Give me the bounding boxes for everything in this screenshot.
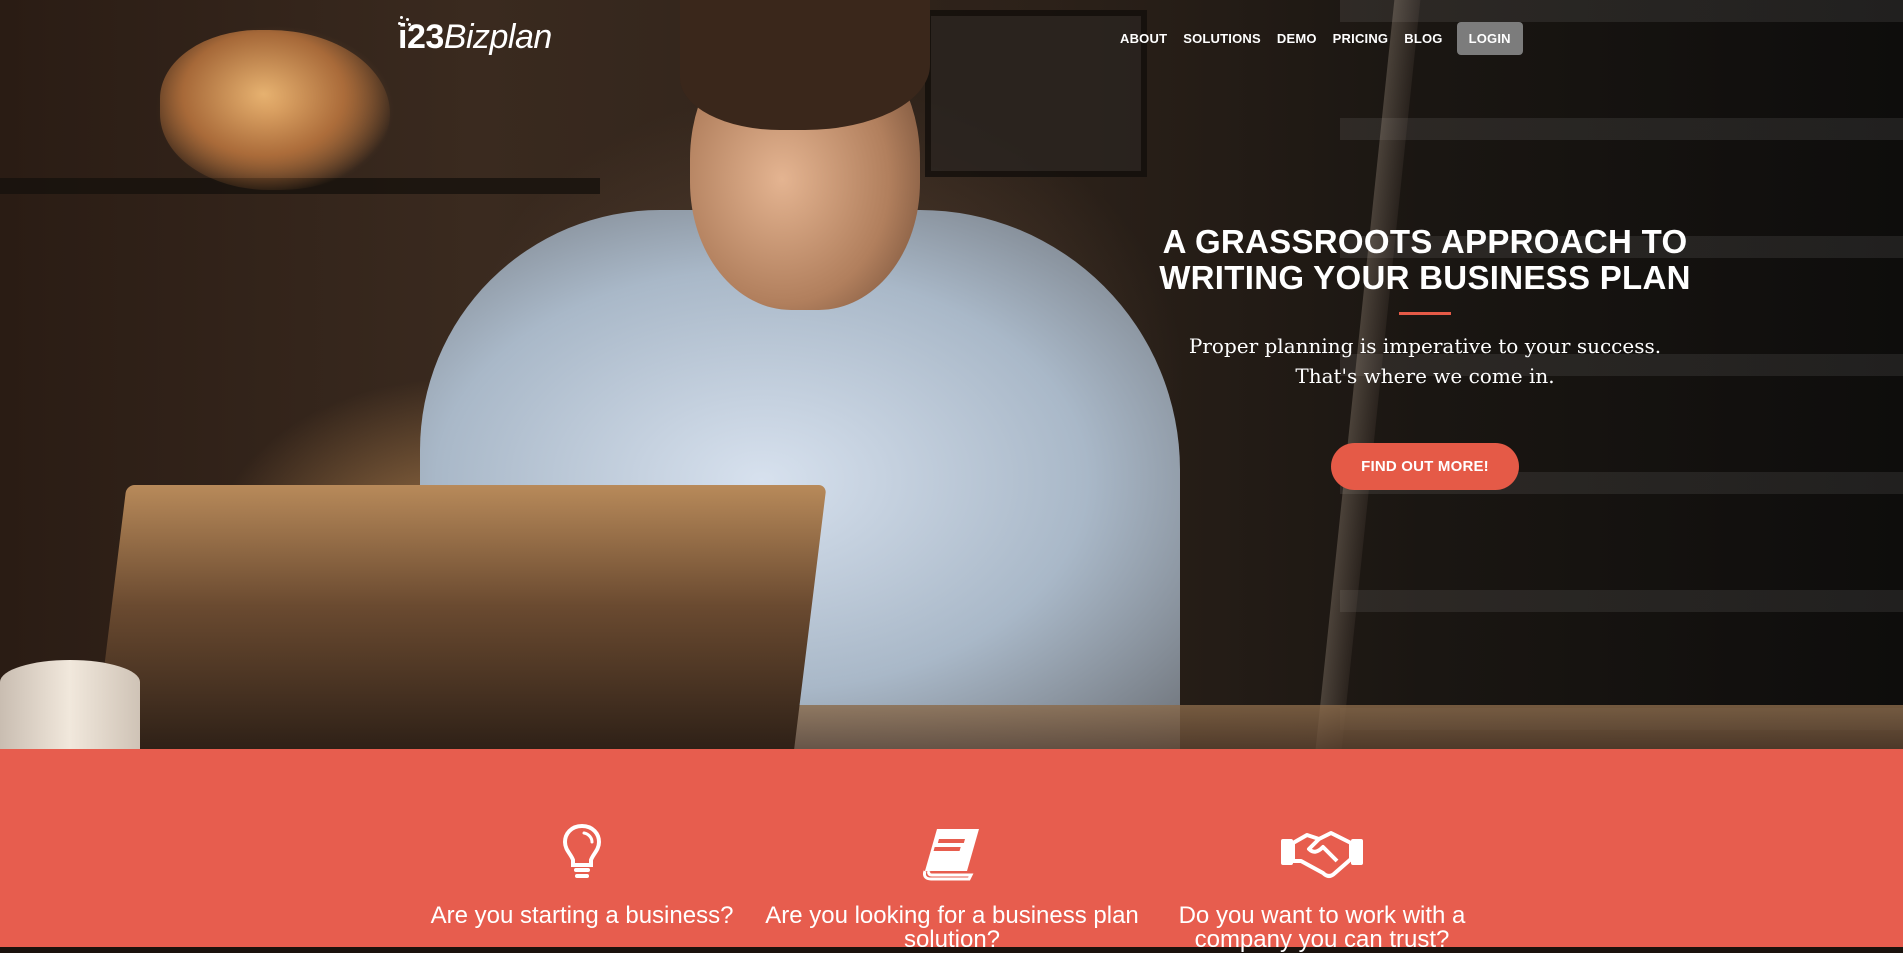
feature-label: Do you want to work with a company you c… <box>1178 902 1466 953</box>
feature-company-trust: Do you want to work with a company you c… <box>1132 821 1512 952</box>
handshake-icon <box>1132 821 1512 881</box>
background-cup <box>0 660 140 749</box>
nav-solutions[interactable]: SOLUTIONS <box>1175 21 1269 56</box>
main-nav: ABOUT SOLUTIONS DEMO PRICING BLOG LOGIN <box>1112 21 1523 56</box>
hero-section: i23Bizplan ABOUT SOLUTIONS DEMO PRICING … <box>0 0 1903 749</box>
hero-subtitle-line-1: Proper planning is imperative to your su… <box>1188 334 1662 358</box>
hero-subtitle: Proper planning is imperative to your su… <box>1125 331 1725 391</box>
feature-label: Are you looking for a business plan solu… <box>765 902 1139 953</box>
login-button[interactable]: LOGIN <box>1456 22 1523 55</box>
hero-divider <box>1399 312 1451 315</box>
hero-subtitle-line-2: That's where we come in. <box>1295 364 1555 388</box>
features-section: Are you starting a business? Are you loo… <box>0 749 1903 952</box>
nav-pricing[interactable]: PRICING <box>1325 21 1397 56</box>
logo-sparkle-icon <box>398 16 412 26</box>
book-icon <box>762 821 1142 881</box>
lightbulb-icon <box>392 821 772 881</box>
background-person-hair <box>680 0 930 130</box>
find-out-more-button[interactable]: FIND OUT MORE! <box>1331 443 1519 490</box>
background-laptop <box>93 485 827 749</box>
logo-word: Bizplan <box>443 18 553 56</box>
feature-business-plan-solution: Are you looking for a business plan solu… <box>762 821 1142 952</box>
site-logo[interactable]: i23Bizplan <box>398 16 553 57</box>
hero-title: A GRASSROOTS APPROACH TO WRITING YOUR BU… <box>1125 224 1725 296</box>
hero-title-line-1: A GRASSROOTS APPROACH TO <box>1162 223 1688 260</box>
nav-about[interactable]: ABOUT <box>1112 21 1175 56</box>
hero-copy: A GRASSROOTS APPROACH TO WRITING YOUR BU… <box>1125 224 1725 490</box>
feature-label: Are you starting a business? <box>430 902 734 929</box>
hero-title-line-2: WRITING YOUR BUSINESS PLAN <box>1159 259 1691 296</box>
feature-starting-business: Are you starting a business? <box>392 821 772 928</box>
nav-blog[interactable]: BLOG <box>1396 21 1450 56</box>
background-lamp <box>160 30 390 190</box>
nav-demo[interactable]: DEMO <box>1269 21 1325 56</box>
